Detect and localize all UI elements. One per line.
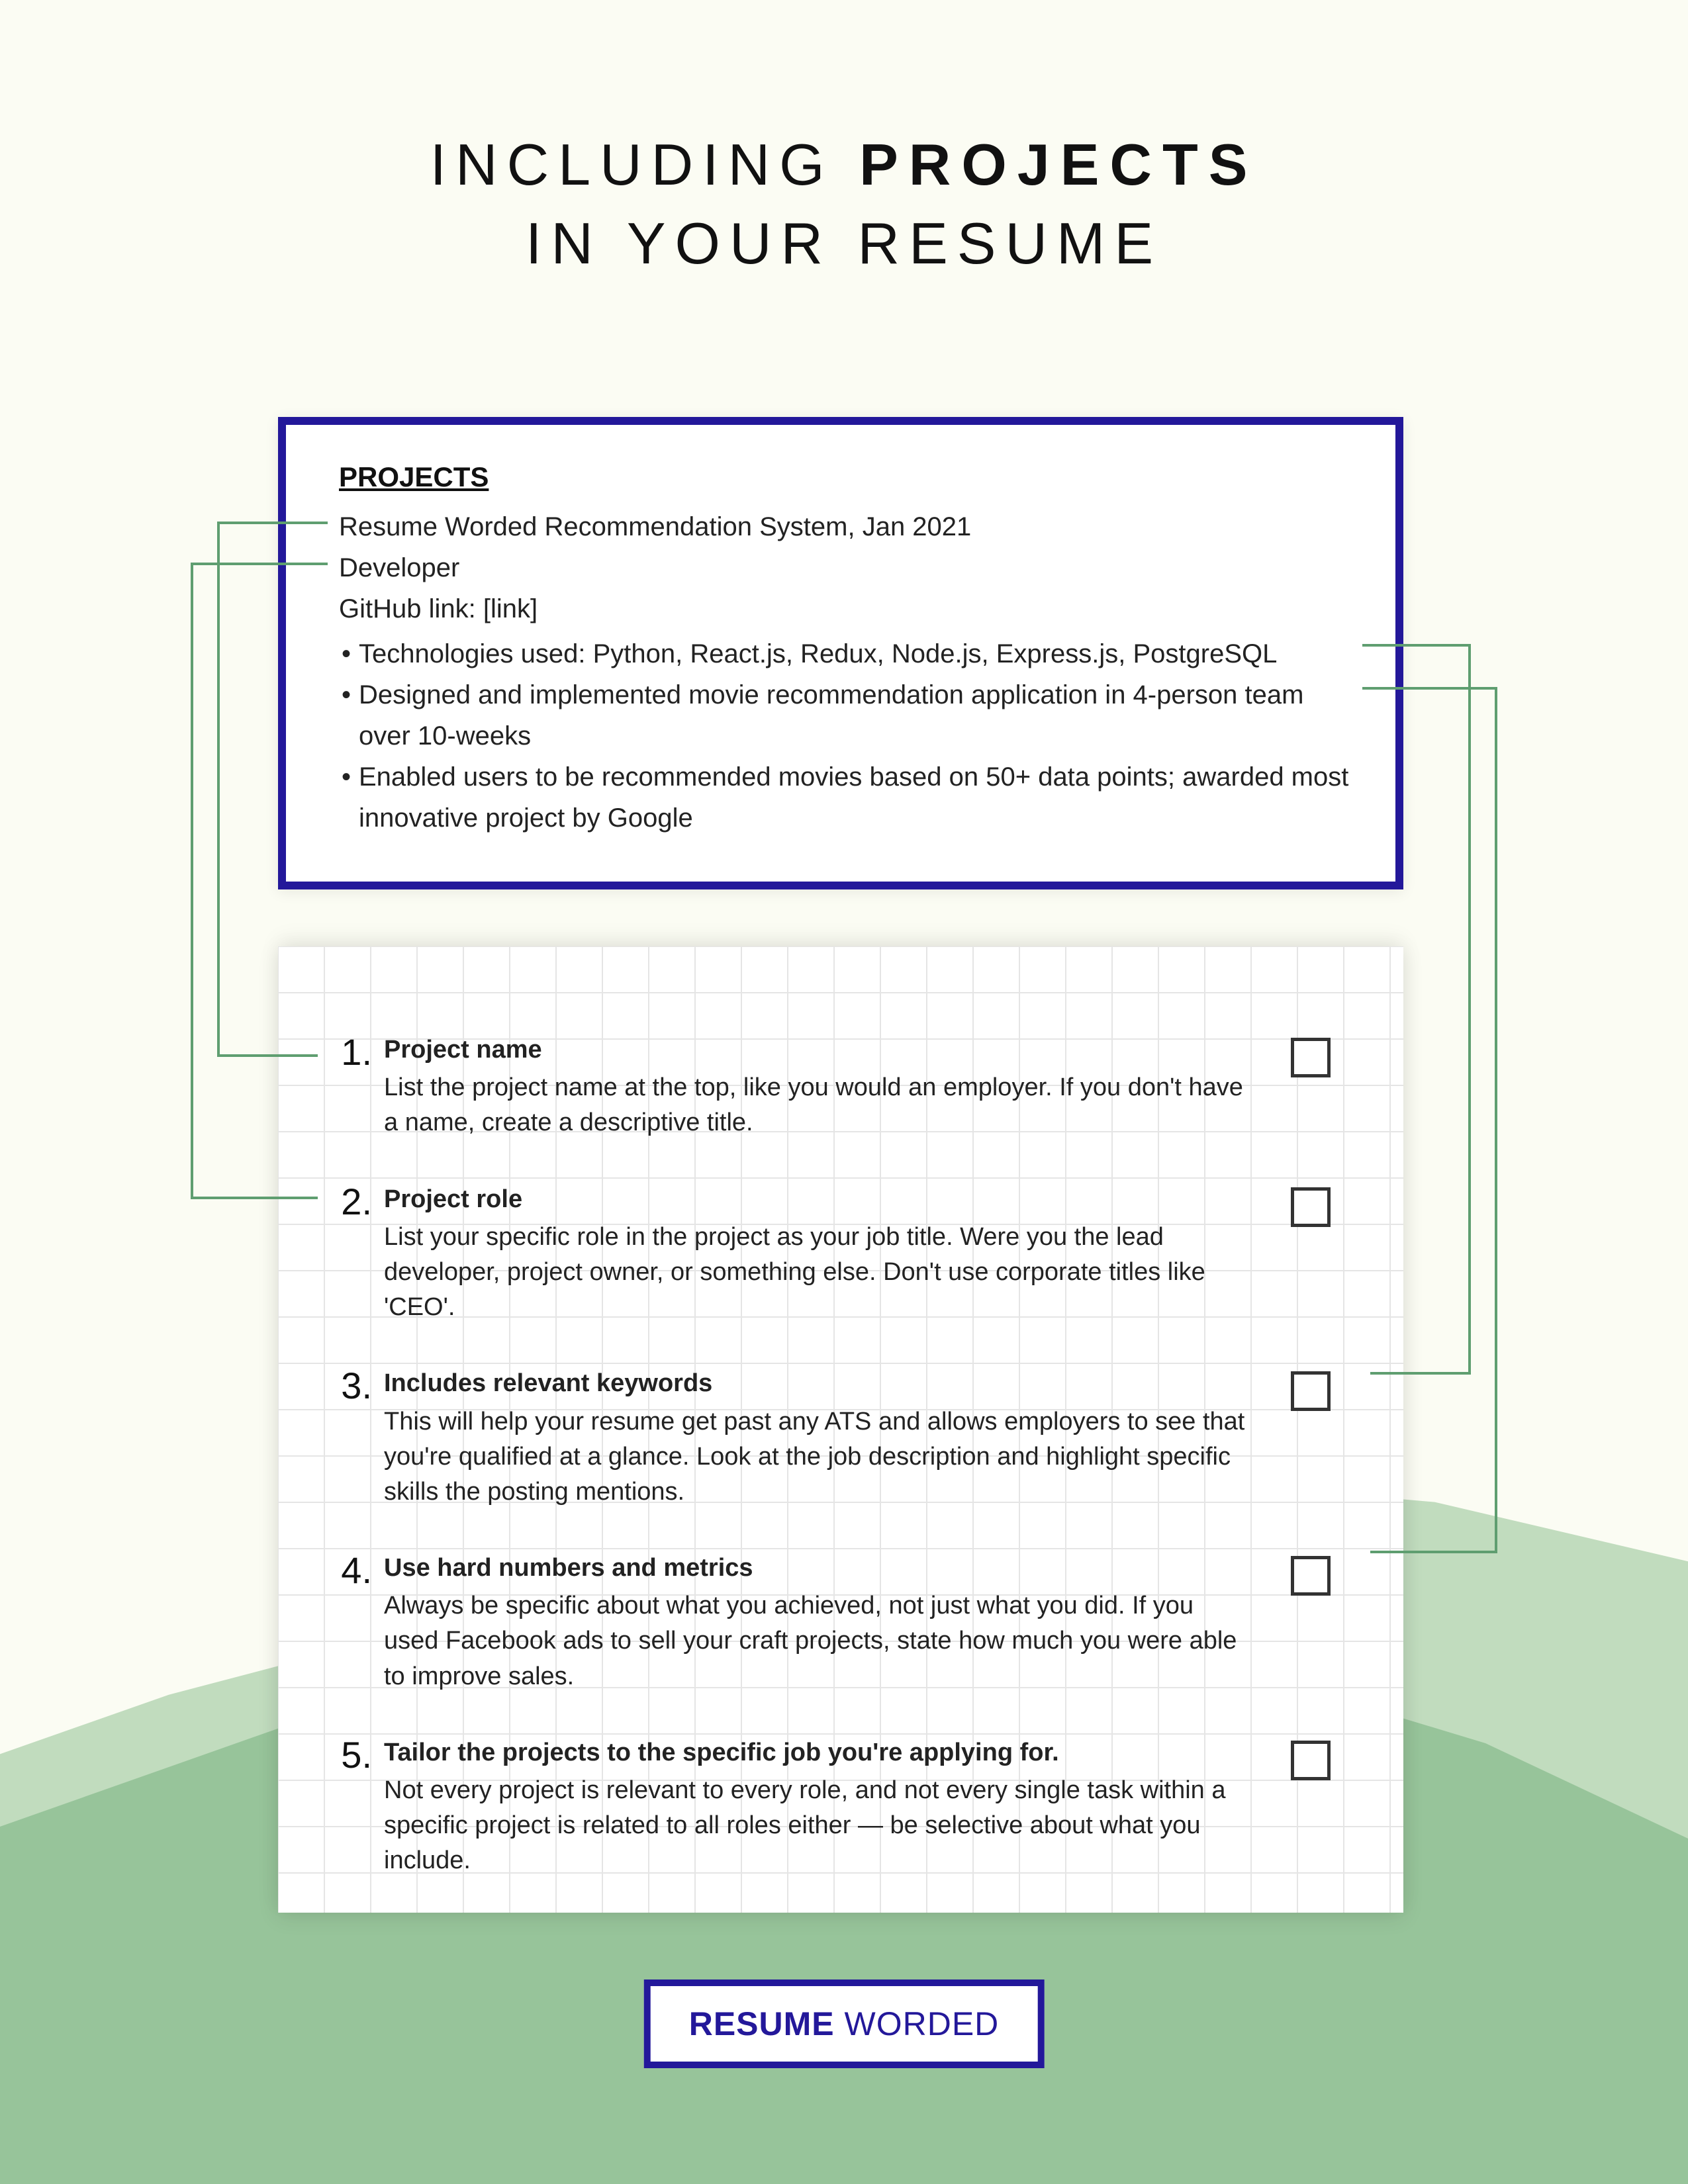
title-line2: IN YOUR RESUME <box>0 205 1688 283</box>
check-text: Use hard numbers and metrics Always be s… <box>384 1551 1331 1694</box>
project-role-line: Developer <box>339 547 1349 588</box>
check-title: Use hard numbers and metrics <box>384 1551 1251 1586</box>
projects-body: Resume Worded Recommendation System, Jan… <box>339 506 1349 839</box>
logo-bold: RESUME <box>689 2005 835 2042</box>
check-number: 3. <box>324 1366 384 1404</box>
title-line1-bold: PROJECTS <box>859 132 1258 197</box>
title-line1-pre: INCLUDING <box>430 132 860 197</box>
resume-worded-logo: RESUME WORDED <box>644 1979 1045 2068</box>
check-item-1: 1. Project name List the project name at… <box>324 1032 1331 1141</box>
check-number: 5. <box>324 1735 384 1774</box>
check-body: This will help your resume get past any … <box>384 1408 1244 1506</box>
project-bullet: Enabled users to be recommended movies b… <box>339 756 1349 839</box>
check-text: Includes relevant keywords This will hel… <box>384 1366 1331 1510</box>
check-body: List the project name at the top, like y… <box>384 1073 1243 1136</box>
check-item-3: 3. Includes relevant keywords This will … <box>324 1366 1331 1510</box>
check-title: Project role <box>384 1182 1251 1217</box>
checkbox-icon[interactable] <box>1291 1038 1331 1077</box>
check-item-4: 4. Use hard numbers and metrics Always b… <box>324 1551 1331 1694</box>
page-title: INCLUDING PROJECTS IN YOUR RESUME <box>0 126 1688 283</box>
project-bullets: Technologies used: Python, React.js, Red… <box>339 633 1349 839</box>
checkbox-icon[interactable] <box>1291 1741 1331 1780</box>
check-text: Project role List your specific role in … <box>384 1182 1331 1326</box>
project-bullet: Designed and implemented movie recommend… <box>339 674 1349 756</box>
check-body: Not every project is relevant to every r… <box>384 1776 1226 1874</box>
check-title: Project name <box>384 1032 1251 1068</box>
check-number: 4. <box>324 1551 384 1589</box>
project-title-line: Resume Worded Recommendation System, Jan… <box>339 506 1349 547</box>
project-github-line: GitHub link: [link] <box>339 588 1349 629</box>
logo-rest: WORDED <box>835 2005 1000 2042</box>
check-title: Tailor the projects to the specific job … <box>384 1735 1251 1770</box>
projects-heading: PROJECTS <box>339 461 1349 493</box>
check-item-2: 2. Project role List your specific role … <box>324 1182 1331 1326</box>
checkbox-icon[interactable] <box>1291 1556 1331 1596</box>
check-number: 2. <box>324 1182 384 1220</box>
check-text: Tailor the projects to the specific job … <box>384 1735 1331 1879</box>
check-item-5: 5. Tailor the projects to the specific j… <box>324 1735 1331 1879</box>
checkbox-icon[interactable] <box>1291 1187 1331 1227</box>
checklist-card: 1. Project name List the project name at… <box>278 946 1403 1913</box>
check-body: Always be specific about what you achiev… <box>384 1592 1237 1690</box>
projects-card: PROJECTS Resume Worded Recommendation Sy… <box>278 417 1403 889</box>
check-number: 1. <box>324 1032 384 1071</box>
check-title: Includes relevant keywords <box>384 1366 1251 1401</box>
check-text: Project name List the project name at th… <box>384 1032 1331 1141</box>
check-body: List your specific role in the project a… <box>384 1223 1205 1321</box>
checkbox-icon[interactable] <box>1291 1371 1331 1411</box>
project-bullet: Technologies used: Python, React.js, Red… <box>339 633 1349 674</box>
